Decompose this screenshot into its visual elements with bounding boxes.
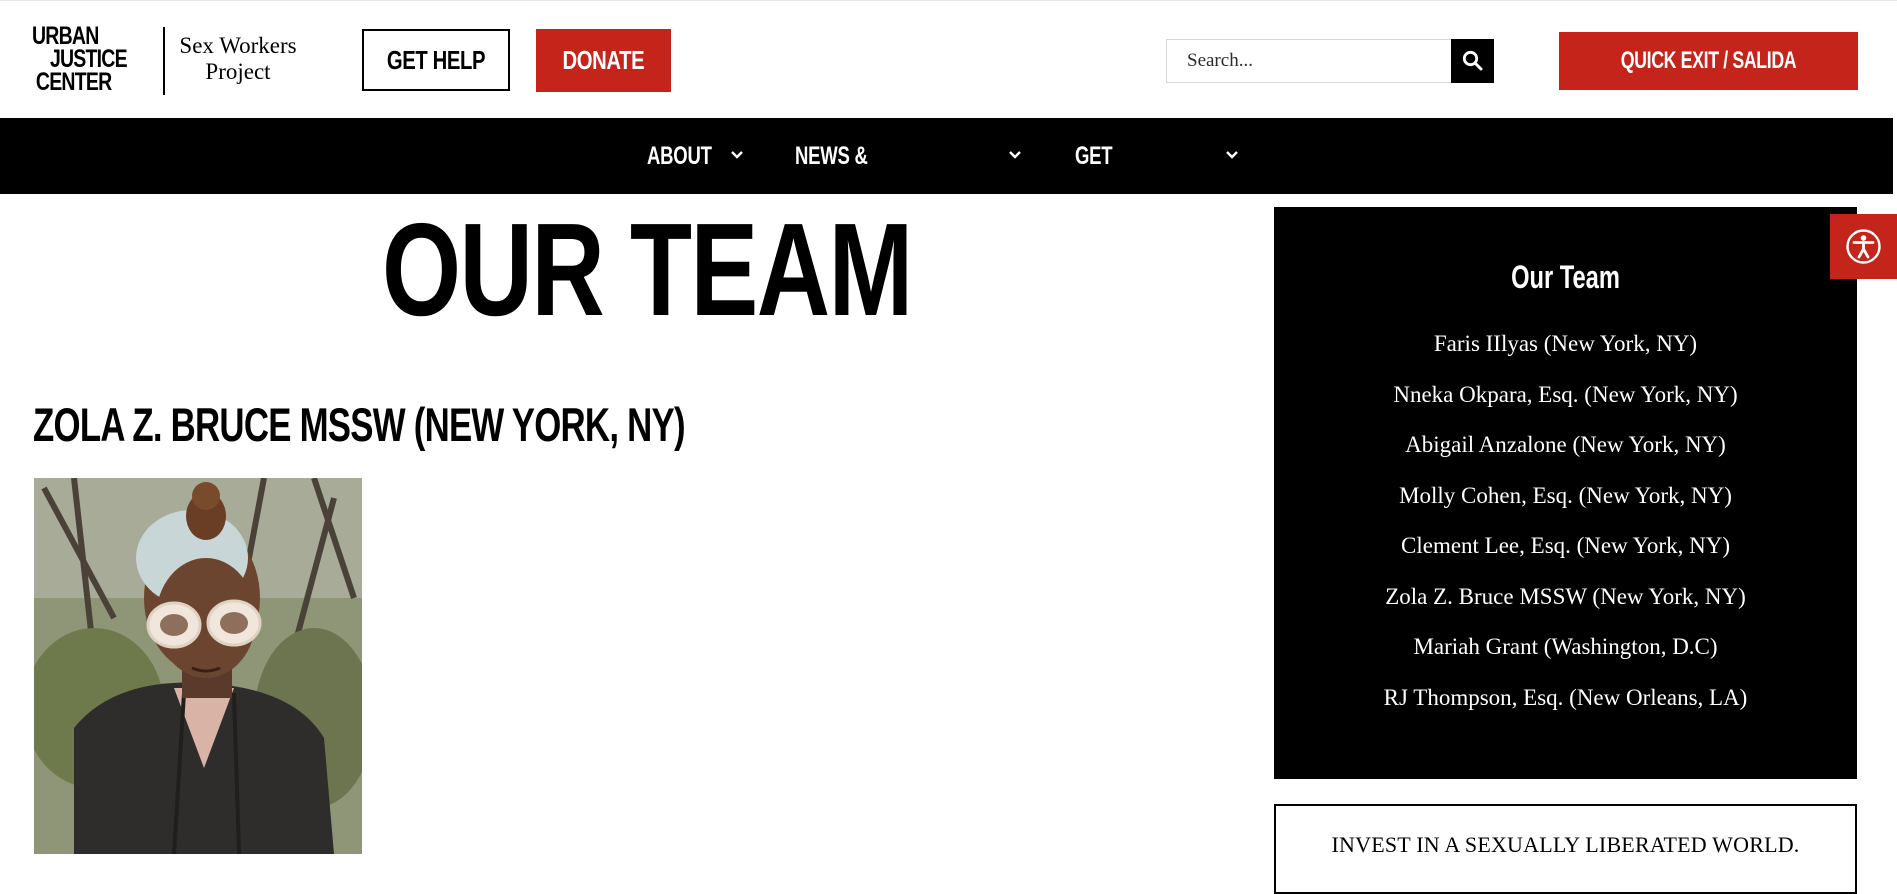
quick-exit-button[interactable]: QUICK EXIT / SALIDA RAPIDA [1559,32,1858,132]
nav-item-get-involved-label: GET INVOLVED [1075,142,1167,246]
donate-button[interactable]: DONATE [536,29,671,92]
logo-divider [163,27,165,95]
team-member-photo [34,478,362,854]
accessibility-toolbar-button[interactable] [1830,214,1897,279]
sidebar-title-text: Our Team [1511,259,1620,295]
logo-project-line-2: Project [205,59,271,84]
team-member-link[interactable]: Zola Z. Bruce MSSW (New York, NY) [1274,572,1857,623]
logo-project-line-1: Sex Workers [179,33,297,58]
team-sidebar: Our Team Faris IIlyas (New York, NY) Nne… [1274,207,1857,779]
site-header: URBAN JUSTICE CENTER Sex Workers Project… [0,0,1897,132]
main-navigation: ABOUT NEWS & RESOURCES GET INVOLVED [0,118,1893,246]
team-member-link[interactable]: Nneka Okpara, Esq. (New York, NY) [1274,370,1857,421]
search-form [1166,39,1494,83]
accessibility-icon [1846,229,1881,264]
team-member-link[interactable]: Abigail Anzalone (New York, NY) [1274,420,1857,471]
nav-item-news-resources[interactable]: NEWS & RESOURCES [795,118,1027,246]
invest-callout: INVEST IN A SEXUALLY LIBERATED WORLD. [1274,804,1857,894]
chevron-down-icon [1009,151,1021,159]
invest-text: INVEST IN A SEXUALLY LIBERATED WORLD. [1331,832,1800,857]
team-member-link[interactable]: Molly Cohen, Esq. (New York, NY) [1274,471,1857,522]
search-button[interactable] [1451,39,1494,83]
page-title: OUR TEAM [382,196,913,343]
portrait-illustration [34,478,362,854]
urban-justice-center-wordmark: URBAN JUSTICE CENTER [32,24,152,99]
team-member-list: Faris IIlyas (New York, NY) Nneka Okpara… [1274,319,1857,723]
team-member-link[interactable]: Clement Lee, Esq. (New York, NY) [1274,521,1857,572]
chevron-down-icon [1226,151,1238,159]
sidebar-title: Our Team [1274,259,1857,296]
get-help-button[interactable]: GET HELP [362,29,510,91]
nav-item-get-involved[interactable]: GET INVOLVED [1075,118,1245,246]
team-member-link[interactable]: RJ Thompson, Esq. (New Orleans, LA) [1274,673,1857,724]
chevron-down-icon [731,151,743,159]
team-member-link[interactable]: Faris IIlyas (New York, NY) [1274,319,1857,370]
nav-item-about[interactable]: ABOUT [647,118,747,194]
get-help-label: GET HELP [386,45,486,75]
nav-item-about-label: ABOUT [647,142,712,170]
sex-workers-project-wordmark: Sex Workers Project [172,33,304,85]
site-logo[interactable]: URBAN JUSTICE CENTER Sex Workers Project [32,24,304,99]
search-input[interactable] [1166,39,1451,83]
search-icon [1462,50,1483,71]
logo-org-line-3: CENTER [35,68,112,96]
donate-label: DONATE [562,45,645,75]
member-heading: ZOLA Z. BRUCE MSSW (NEW YORK, NY) [33,398,686,451]
team-member-link[interactable]: Mariah Grant (Washington, D.C) [1274,622,1857,673]
